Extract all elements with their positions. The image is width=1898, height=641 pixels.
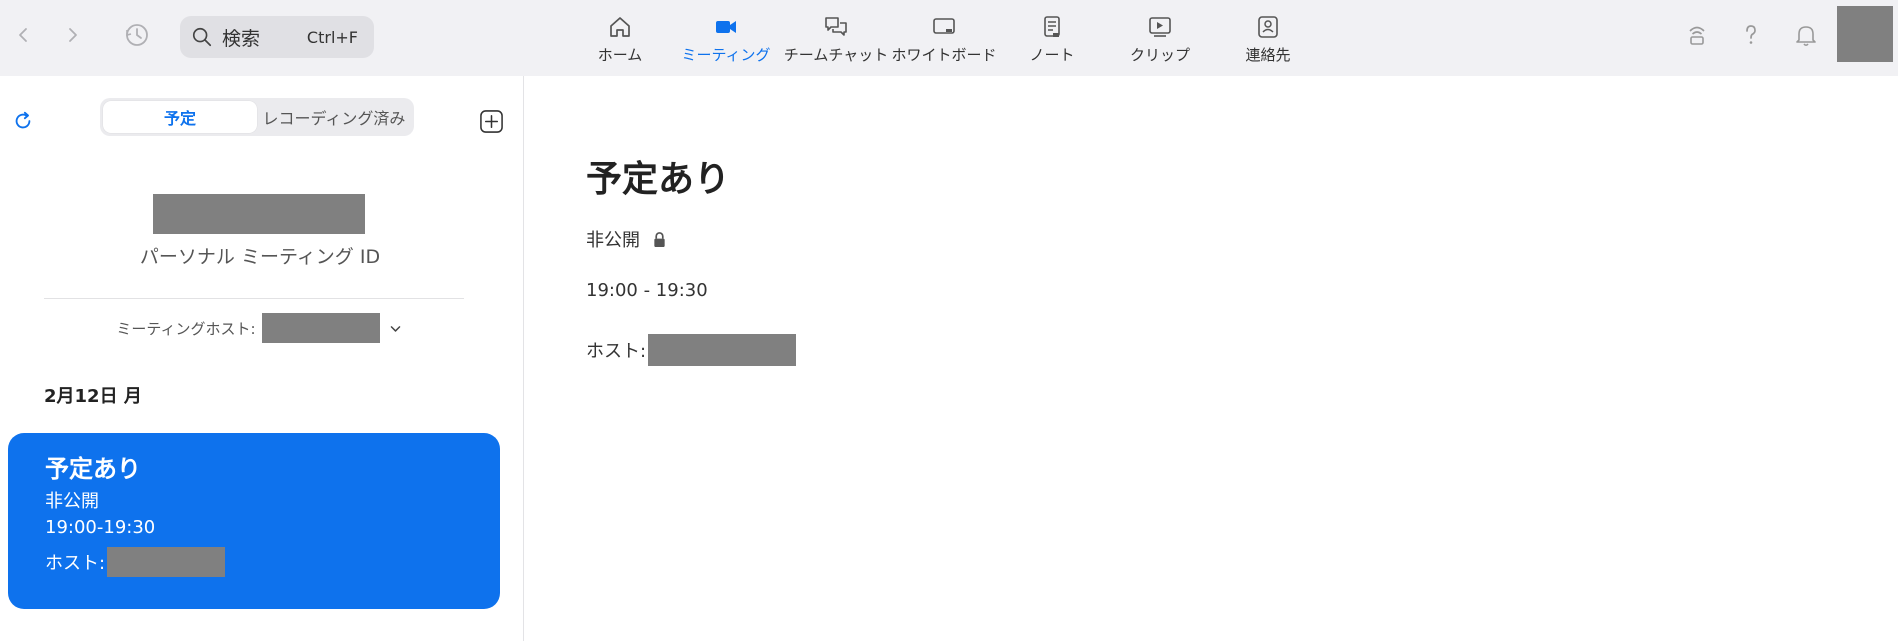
clip-play-icon	[1145, 12, 1175, 42]
refresh-icon	[12, 110, 34, 136]
meeting-detail-privacy-label: 非公開	[586, 230, 640, 251]
meeting-detail-title: 予定あり	[586, 159, 731, 200]
meeting-host-label: ミーティングホスト:	[116, 319, 256, 338]
meeting-detail-host: ホスト:	[586, 334, 797, 366]
refresh-button[interactable]	[10, 110, 36, 136]
share-screen-button[interactable]	[1680, 20, 1714, 54]
tab-notes[interactable]: ノート	[1024, 12, 1080, 66]
history-button[interactable]	[122, 20, 152, 54]
chat-bubbles-icon	[821, 12, 851, 42]
divider	[44, 298, 464, 299]
segment-scheduled[interactable]: 予定	[103, 101, 257, 133]
meeting-detail-host-value	[648, 334, 797, 366]
search-shortcut: Ctrl+F	[306, 27, 358, 47]
tab-home[interactable]: ホーム	[588, 12, 652, 66]
tab-whiteboard-label: ホワイトボード	[891, 46, 997, 64]
back-button[interactable]	[12, 22, 36, 52]
avatar[interactable]	[1837, 6, 1893, 62]
help-button[interactable]	[1734, 20, 1768, 54]
meeting-detail-privacy: 非公開	[586, 226, 668, 252]
personal-meeting-id-label: パーソナル ミーティング ID	[139, 246, 381, 268]
tab-home-label: ホーム	[597, 46, 643, 64]
meeting-host-selector[interactable]: ミーティングホスト:	[0, 313, 520, 343]
meeting-card-time: 19:00-19:30	[45, 517, 156, 538]
meeting-card-privacy: 非公開	[45, 491, 99, 512]
history-clock-icon	[124, 22, 150, 52]
top-toolbar: 検索 Ctrl+F ホーム ミーティング チームチャット ホワイトボード ノート	[0, 0, 1898, 76]
meeting-host-value	[261, 313, 380, 343]
tab-clips-label: クリップ	[1130, 46, 1191, 64]
whiteboard-icon	[929, 12, 959, 42]
tab-notes-label: ノート	[1029, 46, 1075, 64]
tab-meetings-label: ミーティング	[681, 46, 771, 64]
notifications-button[interactable]	[1789, 20, 1823, 54]
plus-square-icon	[479, 109, 504, 138]
meeting-card-title: 予定あり	[45, 455, 141, 483]
meeting-detail-time: 19:00 - 19:30	[586, 280, 708, 301]
meeting-list-item[interactable]: 予定あり 非公開 19:00-19:30 ホスト:	[8, 433, 500, 609]
tab-contacts[interactable]: 連絡先	[1238, 12, 1298, 66]
lock-icon	[652, 230, 668, 248]
tab-contacts-label: 連絡先	[1245, 46, 1291, 64]
meetings-sidebar: 予定 レコーディング済み パーソナル ミーティング ID ミーティングホスト: …	[0, 76, 524, 641]
tab-team-chat-label: チームチャット	[783, 46, 889, 64]
tab-meetings[interactable]: ミーティング	[681, 12, 771, 66]
bell-icon	[1793, 22, 1819, 52]
meeting-card-host-value	[107, 547, 226, 577]
date-heading: 2月12日 月	[44, 386, 142, 407]
search-label: 検索	[222, 27, 261, 50]
schedule-segment-control: 予定 レコーディング済み	[100, 98, 414, 136]
tab-clips[interactable]: クリップ	[1130, 12, 1190, 66]
meeting-card-host-label: ホスト:	[45, 553, 106, 574]
meeting-detail-host-label: ホスト:	[586, 341, 647, 362]
wireless-share-icon	[1684, 22, 1710, 52]
add-meeting-button[interactable]	[478, 109, 504, 138]
tab-whiteboard[interactable]: ホワイトボード	[892, 12, 997, 66]
personal-meeting-id-value[interactable]	[153, 194, 365, 234]
chevron-left-icon	[16, 27, 32, 47]
tab-team-chat[interactable]: チームチャット	[784, 12, 888, 66]
help-question-icon	[1738, 22, 1764, 52]
video-camera-icon	[711, 12, 741, 42]
meeting-card-host: ホスト:	[45, 547, 226, 577]
search-box[interactable]: 検索 Ctrl+F	[180, 16, 374, 58]
chevron-down-icon[interactable]	[388, 320, 404, 336]
meeting-detail-panel: 予定あり 非公開 19:00 - 19:30 ホスト:	[525, 76, 1898, 641]
contact-card-icon	[1253, 12, 1283, 42]
home-icon	[605, 12, 635, 42]
forward-button[interactable]	[60, 22, 84, 52]
search-icon	[190, 25, 214, 49]
segment-recorded[interactable]: レコーディング済み	[257, 101, 411, 133]
chevron-right-icon	[64, 27, 80, 47]
notebook-icon	[1037, 12, 1067, 42]
